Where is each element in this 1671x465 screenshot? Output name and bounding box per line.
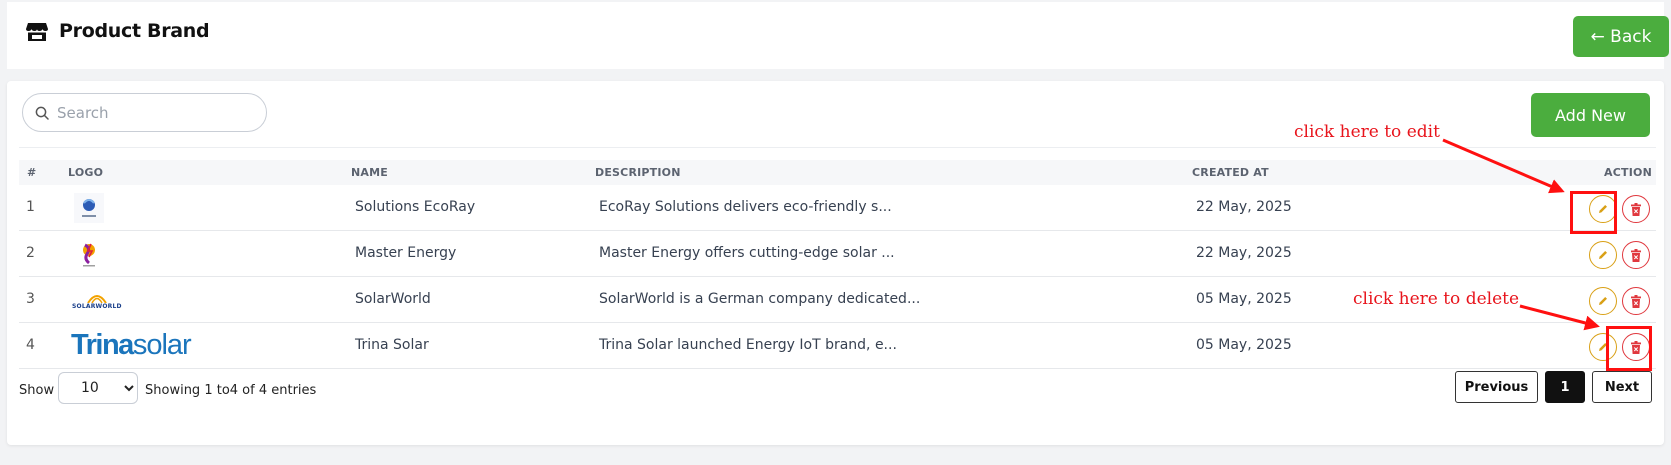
edit-annotation: click here to edit (1294, 122, 1440, 142)
edit-highlight-box (1570, 191, 1617, 234)
annotation-arrows (1442, 138, 1600, 331)
delete-annotation: click here to delete (1353, 289, 1520, 309)
delete-highlight-box (1606, 326, 1652, 371)
